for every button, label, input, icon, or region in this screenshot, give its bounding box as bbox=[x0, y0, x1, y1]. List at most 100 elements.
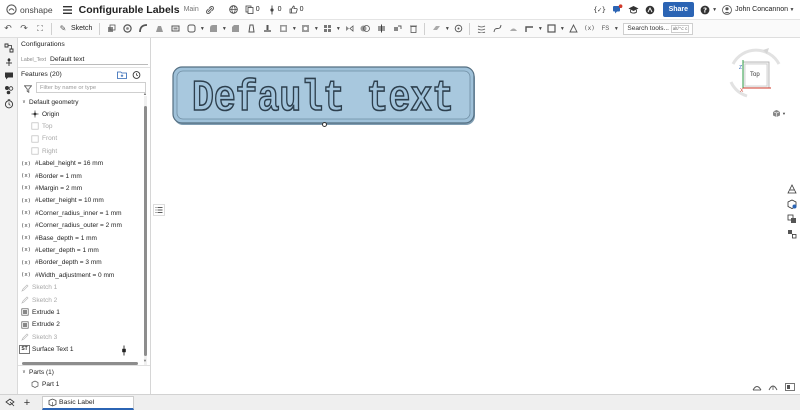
part-row[interactable]: Part 1 bbox=[30, 378, 59, 390]
search-tools-box[interactable]: Search tools... alt/⌥ c bbox=[623, 22, 694, 35]
feature-row[interactable]: (x) #Margin = 2 mm bbox=[20, 182, 82, 194]
chevron-down-icon[interactable]: ▼ bbox=[537, 26, 543, 32]
config-param-value[interactable]: Default text bbox=[50, 56, 84, 63]
measure-view-icon[interactable] bbox=[767, 382, 779, 392]
feature-row[interactable]: Right bbox=[30, 145, 57, 157]
code-braces-icon[interactable]: {✓} bbox=[593, 3, 607, 17]
add-tab-icon[interactable]: + bbox=[20, 396, 34, 410]
feature-row[interactable]: (x) #Border = 1 mm bbox=[20, 170, 82, 182]
part-studio-properties-icon[interactable] bbox=[786, 198, 798, 210]
feature-row[interactable]: (x) #Corner_radius_outer = 2 mm bbox=[20, 220, 122, 232]
configurations-header[interactable]: Configurations bbox=[21, 41, 65, 48]
rib-tool-icon[interactable] bbox=[260, 22, 274, 36]
thicken-tool-icon[interactable] bbox=[168, 22, 182, 36]
feature-row[interactable]: Origin bbox=[30, 108, 59, 120]
feature-row[interactable]: (x) #Corner_radius_inner = 1 mm bbox=[20, 207, 122, 219]
plastic-tool-icon[interactable] bbox=[566, 22, 580, 36]
feature-row[interactable]: Extrude 1 bbox=[20, 306, 60, 318]
onshape-logo-icon[interactable] bbox=[4, 3, 18, 17]
branch-name[interactable]: Main bbox=[184, 6, 199, 13]
help-chevron-down-icon[interactable]: ▼ bbox=[711, 3, 718, 17]
chevron-down-icon[interactable]: ▼ bbox=[221, 26, 227, 32]
chevron-down-icon[interactable]: ▼ bbox=[444, 26, 450, 32]
feature-row[interactable]: Sketch 3 bbox=[20, 331, 57, 343]
helix-tool-icon[interactable] bbox=[474, 22, 488, 36]
feature-row[interactable]: Top bbox=[30, 120, 52, 132]
feature-row[interactable]: (x) #Label_height = 16 mm bbox=[20, 158, 103, 170]
hole-tool-icon[interactable] bbox=[298, 22, 312, 36]
variables-icon[interactable] bbox=[3, 56, 15, 68]
section-view-icon[interactable] bbox=[751, 382, 763, 392]
draft-tool-icon[interactable] bbox=[244, 22, 258, 36]
render-studio-icon[interactable] bbox=[786, 183, 798, 195]
feature-row[interactable]: (x) #Base_depth = 1 mm bbox=[20, 232, 97, 244]
link-icon[interactable] bbox=[204, 4, 216, 16]
surface-tool-icon[interactable] bbox=[506, 22, 520, 36]
notifications-icon[interactable] bbox=[611, 3, 625, 17]
chevron-down-icon[interactable]: ∨ bbox=[21, 368, 27, 377]
feature-row[interactable]: (x) #Border_depth = 3 mm bbox=[20, 257, 102, 269]
view-options-icon[interactable]: ▼ bbox=[772, 108, 786, 118]
revolve-tool-icon[interactable] bbox=[120, 22, 134, 36]
list-toggle-icon[interactable] bbox=[153, 204, 165, 216]
globe-icon[interactable] bbox=[228, 4, 240, 16]
split-tool-icon[interactable] bbox=[374, 22, 388, 36]
sketch-pencil-icon[interactable]: ✎ bbox=[56, 22, 70, 36]
chevron-down-icon[interactable]: ▼ bbox=[335, 26, 341, 32]
thumbs-up-icon[interactable] bbox=[288, 4, 300, 16]
boolean-tool-icon[interactable] bbox=[358, 22, 372, 36]
learning-center-icon[interactable] bbox=[627, 3, 641, 17]
chevron-down-icon[interactable]: ▼ bbox=[613, 26, 619, 32]
document-title[interactable]: Configurable Labels bbox=[79, 4, 180, 16]
history-icon[interactable] bbox=[3, 98, 15, 110]
user-chevron-down-icon[interactable]: ▼ bbox=[788, 3, 796, 17]
frame-tool-icon[interactable] bbox=[544, 22, 558, 36]
sheet-metal-icon[interactable] bbox=[522, 22, 536, 36]
tab-basic-label[interactable]: Basic Label bbox=[42, 395, 134, 410]
feature-row[interactable]: ST Surface Text 1 bbox=[19, 344, 73, 356]
brand-name[interactable]: onshape bbox=[20, 5, 53, 15]
feature-script-icon[interactable]: FS bbox=[598, 22, 612, 36]
view-cube[interactable]: Top Z X bbox=[723, 42, 789, 104]
scroll-up-arrow-icon[interactable]: ▲ bbox=[143, 91, 147, 96]
chevron-down-icon[interactable]: ∨ bbox=[21, 98, 27, 107]
exploded-view-icon[interactable] bbox=[786, 228, 798, 240]
rollback-bar-marker-icon[interactable] bbox=[120, 344, 128, 356]
fillet-tool-icon[interactable] bbox=[206, 22, 220, 36]
redo-icon[interactable]: ↷ bbox=[17, 22, 31, 36]
enclose-tool-icon[interactable] bbox=[184, 22, 198, 36]
chevron-down-icon[interactable]: ▼ bbox=[199, 26, 205, 32]
feature-row[interactable]: (x) #Letter_depth = 1 mm bbox=[20, 244, 99, 256]
graphics-viewport[interactable]: Default text Top Z X ▼ bbox=[151, 38, 800, 394]
curve-tool-icon[interactable] bbox=[490, 22, 504, 36]
label-3d-model[interactable]: Default text bbox=[172, 66, 482, 131]
mirror-tool-icon[interactable] bbox=[342, 22, 356, 36]
panel-scrollbar-thumb[interactable] bbox=[144, 106, 147, 356]
shell-tool-icon[interactable] bbox=[276, 22, 290, 36]
hamburger-menu-icon[interactable] bbox=[61, 3, 75, 17]
filter-icon[interactable] bbox=[23, 84, 32, 93]
rollback-history-icon[interactable] bbox=[130, 69, 142, 80]
branch-icon[interactable] bbox=[266, 4, 278, 16]
extrude-tool-icon[interactable] bbox=[104, 22, 118, 36]
scroll-down-arrow-icon[interactable]: ▼ bbox=[143, 358, 147, 363]
sweep-tool-icon[interactable] bbox=[136, 22, 150, 36]
help-icon[interactable]: ? bbox=[699, 3, 711, 17]
sketch-button[interactable]: Sketch bbox=[71, 25, 92, 32]
feature-row[interactable]: Sketch 1 bbox=[20, 282, 57, 294]
tab-manager-icon[interactable] bbox=[2, 396, 18, 410]
transform-tool-icon[interactable] bbox=[390, 22, 404, 36]
mate-connector-icon[interactable] bbox=[451, 22, 465, 36]
measure-icon[interactable]: ⛶ bbox=[33, 22, 47, 36]
feature-row[interactable]: Sketch 2 bbox=[20, 294, 57, 306]
variable-tool-icon[interactable]: (x) bbox=[582, 22, 596, 36]
appearance-icon[interactable] bbox=[3, 84, 15, 96]
label-raised-text[interactable]: Default text bbox=[191, 73, 455, 125]
feature-row[interactable]: (x) #Width_adjustment = 0 mm bbox=[20, 269, 114, 281]
undo-icon[interactable]: ↶ bbox=[1, 22, 15, 36]
user-name[interactable]: John Concannon bbox=[735, 6, 788, 13]
user-avatar-icon[interactable] bbox=[721, 3, 733, 17]
loft-tool-icon[interactable] bbox=[152, 22, 166, 36]
panel-scrollbar-track[interactable] bbox=[144, 96, 147, 366]
feature-row[interactable]: Extrude 2 bbox=[20, 319, 60, 331]
